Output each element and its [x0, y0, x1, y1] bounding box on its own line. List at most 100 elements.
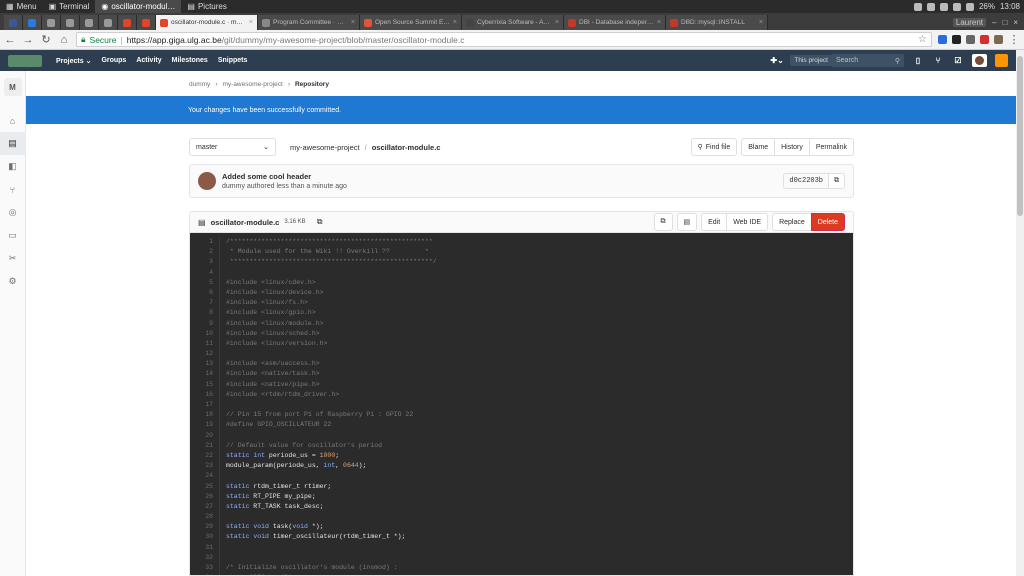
- line-number[interactable]: 24: [190, 471, 213, 481]
- browser-tab[interactable]: DBD::mysql::INSTALL ×: [666, 15, 768, 30]
- start-menu-button[interactable]: ▦ Menu: [0, 0, 43, 13]
- commit-title[interactable]: Added some cool header: [222, 172, 347, 181]
- line-number[interactable]: 12: [190, 349, 213, 359]
- help-icon[interactable]: [995, 54, 1008, 67]
- browser-tab[interactable]: oscillator-module.c · ma… ×: [156, 15, 258, 30]
- branch-selector[interactable]: master ⌄: [189, 138, 276, 156]
- line-number[interactable]: 32: [190, 553, 213, 563]
- line-number[interactable]: 21: [190, 441, 213, 451]
- pinned-tab[interactable]: [99, 15, 118, 30]
- copy-contents-button[interactable]: ⧉: [653, 213, 673, 231]
- close-tab-icon[interactable]: ×: [351, 19, 355, 26]
- home-icon[interactable]: ⌂: [58, 34, 70, 46]
- nav-milestones[interactable]: Milestones: [172, 57, 208, 64]
- nav-groups[interactable]: Groups: [101, 57, 126, 64]
- network-icon[interactable]: [939, 2, 948, 11]
- line-number[interactable]: 14: [190, 369, 213, 379]
- taskbar-window-browser[interactable]: ◉ oscillator-modul…: [95, 0, 182, 13]
- line-number[interactable]: 18: [190, 410, 213, 420]
- copy-path-icon[interactable]: ⧉: [317, 217, 323, 227]
- history-button[interactable]: History: [774, 138, 810, 156]
- close-tab-icon[interactable]: ×: [555, 19, 559, 26]
- sidebar-item-ci-cd[interactable]: ◎: [0, 201, 26, 224]
- pinned-tab[interactable]: [23, 15, 42, 30]
- nav-snippets[interactable]: Snippets: [218, 57, 248, 64]
- back-icon[interactable]: ←: [4, 34, 16, 46]
- battery-icon[interactable]: [965, 2, 974, 11]
- pinned-tab[interactable]: [4, 15, 23, 30]
- close-tab-icon[interactable]: ×: [759, 19, 763, 26]
- line-number[interactable]: 30: [190, 532, 213, 542]
- web-ide-button[interactable]: Web IDE: [726, 213, 769, 231]
- line-number[interactable]: 8: [190, 308, 213, 318]
- line-number[interactable]: 27: [190, 502, 213, 512]
- pinned-tab[interactable]: [61, 15, 80, 30]
- line-number[interactable]: 5: [190, 278, 213, 288]
- scrollbar-thumb[interactable]: [1017, 56, 1023, 216]
- line-number[interactable]: 31: [190, 543, 213, 553]
- issues-icon[interactable]: ▯: [912, 56, 924, 65]
- taskbar-window-terminal[interactable]: ▣ Terminal: [43, 0, 96, 13]
- reload-icon[interactable]: ↻: [40, 33, 52, 46]
- update-icon[interactable]: [926, 2, 935, 11]
- line-number[interactable]: 33: [190, 563, 213, 573]
- browser-tab[interactable]: DBI - Database indeper… ×: [564, 15, 666, 30]
- line-number[interactable]: 15: [190, 380, 213, 390]
- commit-sha[interactable]: d0c2203b: [783, 173, 829, 189]
- find-file-button[interactable]: ⚲ Find file: [690, 138, 738, 156]
- bookmark-star-icon[interactable]: ☆: [918, 34, 927, 45]
- line-number[interactable]: 2: [190, 247, 213, 257]
- breadcrumb-project[interactable]: my-awesome-project: [222, 81, 282, 88]
- line-number[interactable]: 13: [190, 359, 213, 369]
- line-number[interactable]: 4: [190, 268, 213, 278]
- clock[interactable]: 13:08: [1000, 2, 1020, 11]
- pinned-tab[interactable]: [80, 15, 99, 30]
- line-number[interactable]: 6: [190, 288, 213, 298]
- pinned-tab[interactable]: [137, 15, 156, 30]
- forward-icon[interactable]: →: [22, 34, 34, 46]
- minimize-icon[interactable]: –: [992, 18, 996, 27]
- blame-button[interactable]: Blame: [741, 138, 776, 156]
- sidebar-item-wiki[interactable]: ▭: [0, 224, 26, 247]
- profile-button[interactable]: Laurent: [952, 18, 987, 27]
- breadcrumb-current[interactable]: Repository: [295, 81, 329, 88]
- close-tab-icon[interactable]: ×: [657, 19, 661, 26]
- avatar[interactable]: [198, 172, 216, 190]
- extension-icon[interactable]: [952, 35, 961, 44]
- line-number[interactable]: 29: [190, 522, 213, 532]
- close-window-icon[interactable]: ×: [1013, 18, 1018, 27]
- line-number[interactable]: 22: [190, 451, 213, 461]
- edit-button[interactable]: Edit: [701, 213, 728, 231]
- line-number[interactable]: 10: [190, 329, 213, 339]
- sidebar-item-merge-requests[interactable]: ⑂: [0, 178, 26, 201]
- line-number[interactable]: 20: [190, 431, 213, 441]
- browser-tab[interactable]: Program Committee · O… ×: [258, 15, 360, 30]
- search-input[interactable]: Search ⚲: [832, 54, 904, 67]
- extension-icon[interactable]: [938, 35, 947, 44]
- line-number[interactable]: 26: [190, 492, 213, 502]
- line-number[interactable]: 28: [190, 512, 213, 522]
- user-avatar-menu[interactable]: [972, 54, 987, 67]
- line-number[interactable]: 9: [190, 319, 213, 329]
- line-number[interactable]: 17: [190, 400, 213, 410]
- line-number[interactable]: 23: [190, 461, 213, 471]
- delete-button[interactable]: Delete: [810, 213, 845, 231]
- sidebar-item-repository[interactable]: ▤: [0, 132, 26, 155]
- browser-tab[interactable]: Open Source Summit E… ×: [360, 15, 462, 30]
- line-number[interactable]: 25: [190, 482, 213, 492]
- line-number[interactable]: 16: [190, 390, 213, 400]
- line-number[interactable]: 1: [190, 237, 213, 247]
- line-number[interactable]: 19: [190, 420, 213, 430]
- close-tab-icon[interactable]: ×: [249, 19, 253, 26]
- close-tab-icon[interactable]: ×: [453, 19, 457, 26]
- line-number[interactable]: 3: [190, 257, 213, 267]
- extension-icon[interactable]: [966, 35, 975, 44]
- taskbar-window-pictures[interactable]: ▤ Pictures: [181, 0, 232, 13]
- new-item-icon[interactable]: ✚⌄: [770, 56, 783, 65]
- line-number[interactable]: 11: [190, 339, 213, 349]
- replace-button[interactable]: Replace: [772, 213, 812, 231]
- sidebar-item-settings[interactable]: ⚙: [0, 270, 26, 293]
- path-project-link[interactable]: my-awesome-project: [290, 143, 360, 152]
- nav-activity[interactable]: Activity: [136, 57, 161, 64]
- browser-tab[interactable]: Cyberrixia Software - A… ×: [462, 15, 564, 30]
